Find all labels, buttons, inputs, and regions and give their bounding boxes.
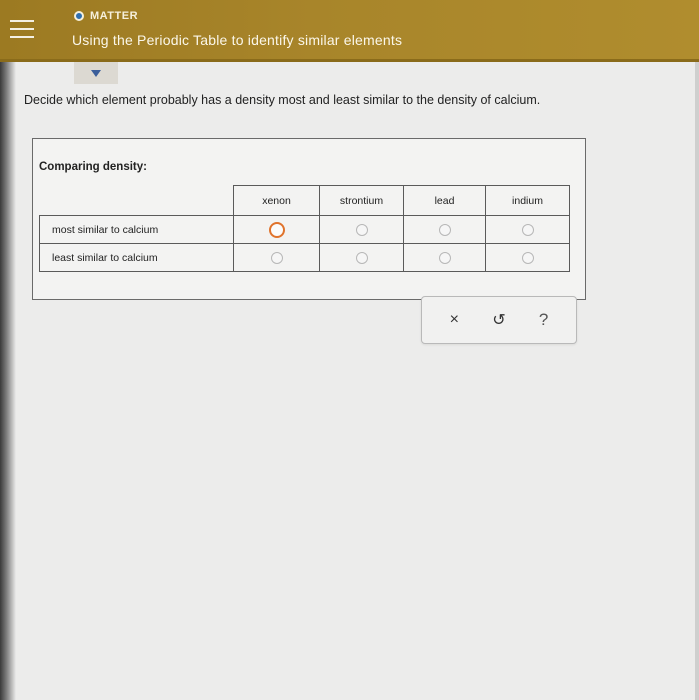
chevron-down-icon [91, 69, 101, 77]
column-header-lead: lead [403, 185, 486, 216]
radio-most-indium[interactable] [521, 223, 534, 236]
cell-most-lead [403, 215, 486, 244]
left-edge-shadow [0, 62, 16, 700]
hamburger-menu-icon[interactable] [10, 20, 34, 38]
radio-most-lead[interactable] [438, 223, 451, 236]
topic-dot-icon [74, 11, 84, 21]
cell-least-lead [403, 243, 486, 272]
row-label-most-similar: most similar to calcium [39, 215, 234, 244]
undo-button[interactable]: ↺ [486, 307, 512, 333]
cell-least-strontium [319, 243, 404, 272]
cell-most-strontium [319, 215, 404, 244]
right-edge [695, 62, 699, 700]
radio-most-strontium[interactable] [355, 223, 368, 236]
radio-least-indium[interactable] [521, 251, 534, 264]
radio-least-lead[interactable] [438, 251, 451, 264]
collapse-tab[interactable] [74, 62, 118, 84]
cell-most-xenon [233, 215, 320, 244]
table-row: most similar to calcium [39, 215, 570, 244]
action-toolbar: × ↺ ? [421, 296, 577, 344]
topic-label: MATTER [74, 10, 138, 22]
cell-most-indium [485, 215, 570, 244]
radio-least-xenon[interactable] [270, 251, 283, 264]
header-bar: MATTER Using the Periodic Table to ident… [0, 0, 699, 62]
column-header-indium: indium [485, 185, 570, 216]
panel-label: Comparing density: [39, 161, 147, 173]
table-row: least similar to calcium [39, 243, 570, 272]
density-table: xenon strontium lead indium most similar… [39, 185, 570, 272]
clear-button[interactable]: × [441, 307, 467, 333]
column-header-xenon: xenon [233, 185, 320, 216]
page-title: Using the Periodic Table to identify sim… [72, 32, 403, 48]
cell-least-indium [485, 243, 570, 272]
radio-least-strontium[interactable] [355, 251, 368, 264]
answer-panel: Comparing density: xenon strontium lead … [32, 138, 586, 300]
help-button[interactable]: ? [531, 307, 557, 333]
radio-most-xenon[interactable] [268, 221, 285, 238]
cell-least-xenon [233, 243, 320, 272]
topic-text: MATTER [90, 10, 139, 22]
table-corner [39, 185, 234, 216]
question-text: Decide which element probably has a dens… [24, 93, 541, 107]
row-label-least-similar: least similar to calcium [39, 243, 234, 272]
column-header-strontium: strontium [319, 185, 404, 216]
